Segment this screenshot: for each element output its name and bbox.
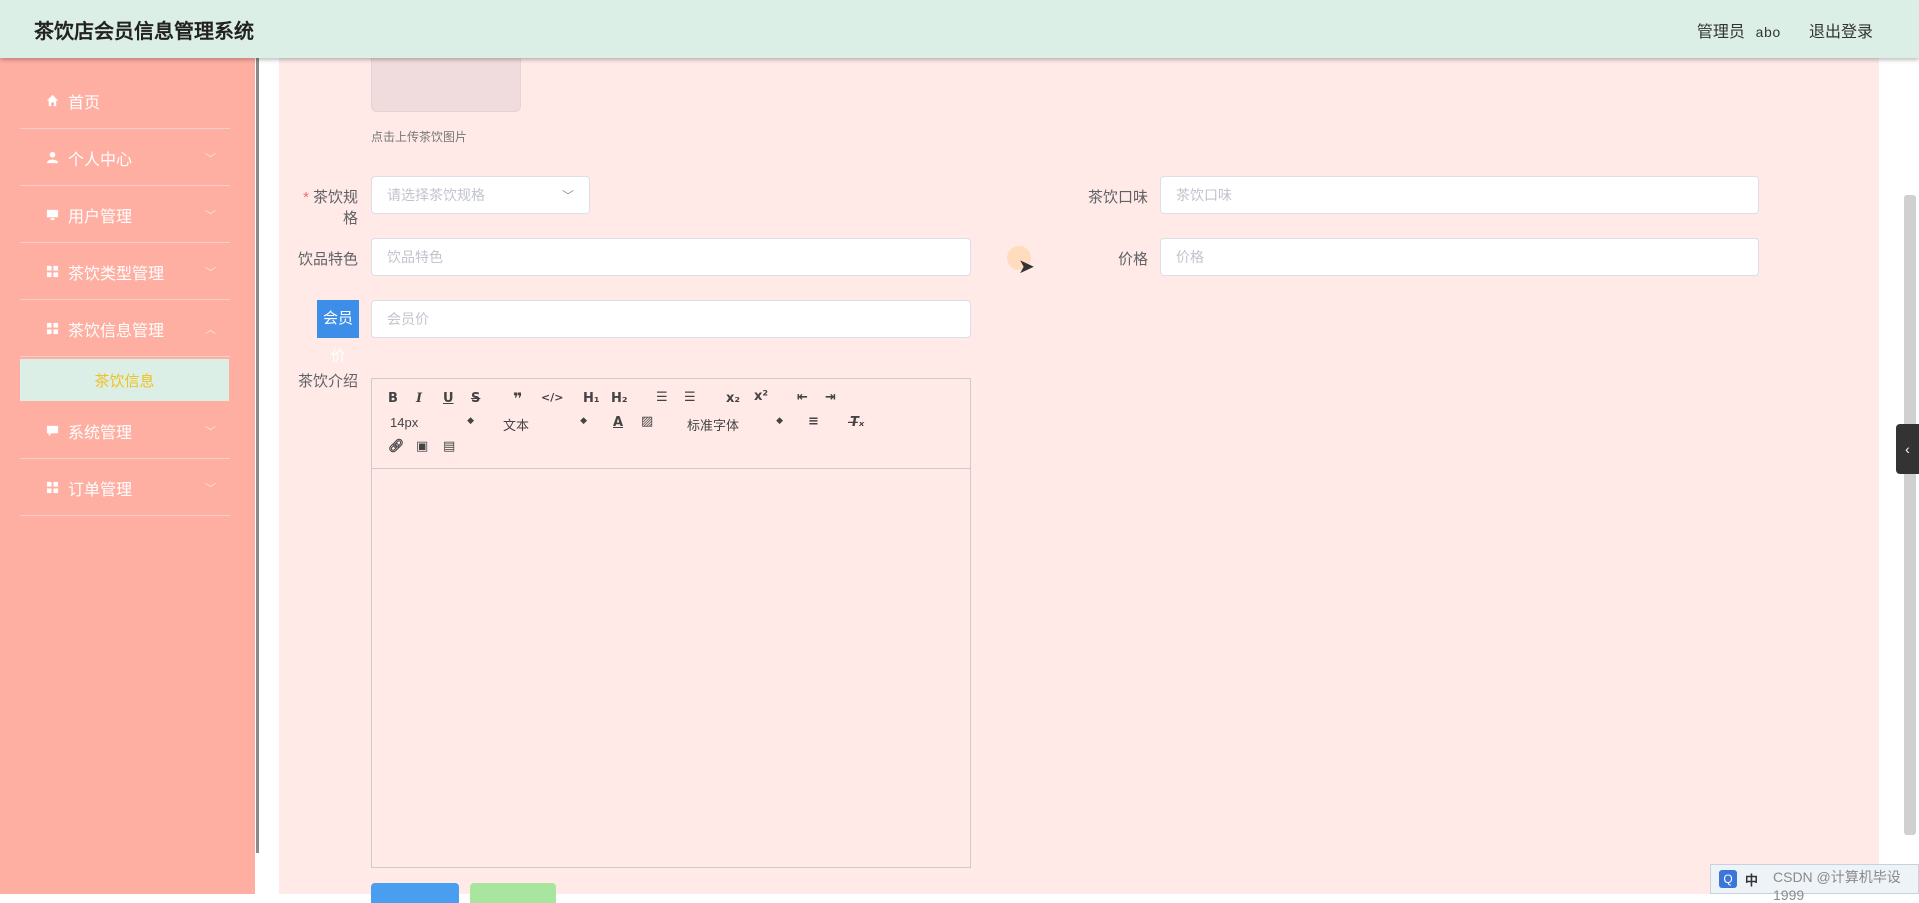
page-scrollbar[interactable] bbox=[1904, 195, 1916, 835]
heading2-icon[interactable]: H₂ bbox=[611, 391, 628, 406]
code-icon[interactable]: </> bbox=[541, 391, 563, 404]
grid-icon bbox=[44, 322, 60, 335]
logout-button[interactable]: 退出登录 bbox=[1809, 24, 1873, 41]
taste-input-placeholder: 茶饮口味 bbox=[1176, 187, 1232, 203]
chevron-down-icon: ﹀ bbox=[205, 152, 216, 165]
ime-app-icon[interactable]: Q bbox=[1719, 870, 1737, 888]
intro-label: 茶饮介绍 bbox=[297, 373, 358, 390]
feature-input-placeholder: 饮品特色 bbox=[387, 249, 443, 265]
chat-icon bbox=[44, 424, 60, 437]
ime-language[interactable]: 中 bbox=[1745, 870, 1758, 889]
image-icon[interactable]: ▣ bbox=[416, 439, 428, 454]
background-color-icon[interactable]: ▨ bbox=[641, 414, 653, 429]
sidebar-scrollbar[interactable] bbox=[256, 58, 259, 853]
sidebar-item-label: 用户管理 bbox=[68, 208, 133, 226]
price-input-placeholder: 价格 bbox=[1176, 249, 1204, 265]
strikethrough-icon[interactable]: S bbox=[471, 391, 480, 406]
taste-label: 茶饮口味 bbox=[1087, 189, 1148, 206]
italic-icon[interactable]: I bbox=[416, 391, 422, 406]
price-label: 价格 bbox=[1117, 251, 1148, 268]
chevron-down-icon: ﹀ bbox=[205, 482, 216, 495]
block-type-select[interactable]: 文本 ◆ bbox=[503, 415, 587, 434]
top-bar: 茶饮店会员信息管理系统 管理员 abo 退出登录 bbox=[0, 0, 1919, 58]
required-mark: * bbox=[303, 189, 309, 206]
select-arrows-icon: ◆ bbox=[776, 415, 783, 425]
font-size-select[interactable]: 14px ◆ bbox=[390, 415, 474, 430]
submit-button[interactable] bbox=[371, 883, 459, 903]
sidebar-item-label: 个人中心 bbox=[68, 151, 133, 169]
user-area: 管理员 abo 退出登录 bbox=[1697, 18, 1873, 42]
superscript-icon[interactable]: x² bbox=[754, 389, 768, 404]
cancel-button[interactable] bbox=[470, 883, 556, 903]
chevron-up-icon: ︿ bbox=[205, 323, 216, 336]
chevron-left-icon[interactable]: ‹ bbox=[1896, 424, 1919, 474]
sidebar-item-personal-center[interactable]: 个人中心 ﹀ bbox=[20, 130, 230, 186]
bullet-list-icon[interactable]: ☰ bbox=[684, 390, 696, 405]
member-price-input[interactable]: 会员价 bbox=[371, 300, 971, 338]
sidebar-item-user-management[interactable]: 用户管理 ﹀ bbox=[20, 187, 230, 243]
sidebar-item-label: 首页 bbox=[68, 94, 101, 112]
sidebar-subitem-tea-info[interactable]: 茶饮信息 bbox=[20, 359, 229, 401]
spec-select[interactable]: 请选择茶饮规格 ﹀ bbox=[371, 176, 590, 214]
rich-text-editor: B I U S ❞ </> H₁ H₂ ☰ ☰ x₂ x² ⇤ ⇥ 14px ◆… bbox=[371, 378, 971, 868]
editor-toolbar: B I U S ❞ </> H₁ H₂ ☰ ☰ x₂ x² ⇤ ⇥ 14px ◆… bbox=[372, 379, 970, 469]
font-family-value: 标准字体 bbox=[687, 418, 740, 433]
chevron-down-icon: ﹀ bbox=[205, 425, 216, 438]
member-price-input-placeholder: 会员价 bbox=[387, 311, 429, 327]
app-title: 茶饮店会员信息管理系统 bbox=[34, 21, 254, 43]
subscript-icon[interactable]: x₂ bbox=[726, 391, 740, 406]
ordered-list-icon[interactable]: ☰ bbox=[656, 390, 668, 405]
select-arrows-icon: ◆ bbox=[467, 415, 474, 425]
chevron-down-icon: ﹀ bbox=[205, 209, 216, 222]
link-icon[interactable]: 🔗︎ bbox=[388, 439, 405, 454]
clear-format-icon[interactable]: T̶ₓ bbox=[850, 415, 864, 430]
spec-select-placeholder: 请选择茶饮规格 bbox=[387, 187, 485, 203]
home-icon bbox=[44, 94, 60, 107]
grid-icon bbox=[44, 265, 60, 278]
block-type-value: 文本 bbox=[503, 418, 530, 433]
sidebar-item-label: 茶饮类型管理 bbox=[68, 265, 165, 283]
mouse-pointer-icon: ➤ bbox=[1018, 256, 1035, 278]
font-family-select[interactable]: 标准字体 ◆ bbox=[687, 415, 783, 434]
monitor-icon bbox=[44, 208, 60, 221]
sidebar-item-label: 订单管理 bbox=[68, 481, 133, 499]
chevron-down-icon: ﹀ bbox=[205, 266, 216, 279]
feature-label: 饮品特色 bbox=[297, 251, 358, 268]
outdent-icon[interactable]: ⇤ bbox=[797, 390, 808, 405]
watermark: CSDN @计算机毕设1999 bbox=[1773, 869, 1901, 903]
heading1-icon[interactable]: H₁ bbox=[583, 391, 600, 406]
select-arrows-icon: ◆ bbox=[580, 415, 587, 425]
taste-input[interactable]: 茶饮口味 bbox=[1160, 176, 1759, 214]
bold-icon[interactable]: B bbox=[388, 391, 398, 406]
font-color-icon[interactable]: A bbox=[613, 415, 623, 430]
sidebar-item-label: 系统管理 bbox=[68, 424, 133, 442]
username: abo bbox=[1755, 26, 1781, 42]
sidebar-item-tea-info-management[interactable]: 茶饮信息管理 ︿ bbox=[20, 301, 230, 357]
price-input[interactable]: 价格 bbox=[1160, 238, 1759, 276]
video-icon[interactable]: ▤ bbox=[443, 439, 455, 454]
sidebar-item-label: 茶饮信息管理 bbox=[68, 322, 165, 340]
user-role: 管理员 bbox=[1696, 24, 1745, 41]
user-icon bbox=[44, 151, 60, 164]
spec-label: * 茶饮规格 bbox=[290, 186, 358, 228]
feature-input[interactable]: 饮品特色 bbox=[371, 238, 971, 276]
font-size-value: 14px bbox=[390, 415, 419, 430]
sidebar-item-tea-type-management[interactable]: 茶饮类型管理 ﹀ bbox=[20, 244, 230, 300]
upload-hint: 点击上传茶饮图片 bbox=[371, 130, 468, 144]
grid-icon bbox=[44, 481, 60, 494]
image-upload-area[interactable] bbox=[371, 58, 521, 112]
sidebar-item-system-management[interactable]: 系统管理 ﹀ bbox=[20, 403, 230, 459]
sidebar-item-order-management[interactable]: 订单管理 ﹀ bbox=[20, 460, 230, 516]
member-price-label: 会员价 bbox=[317, 300, 359, 365]
blockquote-icon[interactable]: ❞ bbox=[513, 389, 522, 408]
align-icon[interactable]: ≡ bbox=[808, 414, 819, 429]
sidebar-item-home[interactable]: 首页 bbox=[20, 73, 230, 129]
spec-label-text: 茶饮规格 bbox=[312, 189, 358, 227]
underline-icon[interactable]: U bbox=[443, 391, 454, 406]
indent-icon[interactable]: ⇥ bbox=[825, 390, 836, 405]
chevron-down-icon: ﹀ bbox=[561, 188, 574, 203]
editor-content-area[interactable] bbox=[372, 469, 970, 867]
